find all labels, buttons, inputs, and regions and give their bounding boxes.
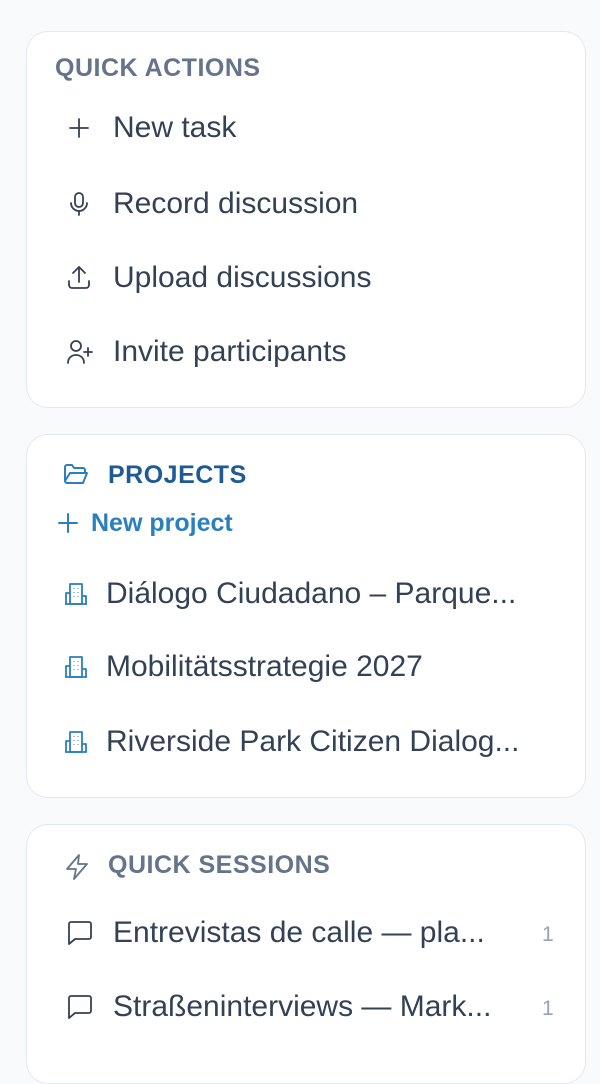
invite-participants-button[interactable]: Invite participants [45,322,567,382]
upload-discussions-label: Upload discussions [113,261,372,294]
quick-sessions-title: QUICK SESSIONS [108,851,331,879]
session-name: Straßeninterviews — Mark... [113,990,492,1023]
quick-actions-title: QUICK ACTIONS [55,54,261,82]
upload-discussions-button[interactable]: Upload discussions [45,248,567,308]
quick-sessions-card: QUICK SESSIONS Entrevistas de calle — pl… [26,824,586,1084]
project-item[interactable]: Diálogo Ciudadano – Parque... [45,564,567,624]
building-icon [65,655,87,679]
project-name: Mobilitätsstrategie 2027 [106,650,423,683]
chat-icon [66,994,94,1020]
new-project-label: New project [91,509,233,537]
project-name: Riverside Park Citizen Dialog... [106,725,520,758]
projects-card: PROJECTS New project Diálogo Ciudadano –… [26,434,586,798]
chat-icon [66,920,94,946]
new-task-label: New task [113,111,237,144]
session-count: 1 [542,997,554,1020]
upload-icon [66,265,92,291]
session-name: Entrevistas de calle — pla... [113,916,485,949]
building-icon [65,582,87,606]
record-discussion-label: Record discussion [113,187,359,220]
building-icon [65,730,87,754]
projects-title: PROJECTS [108,461,247,489]
record-discussion-button[interactable]: Record discussion [45,174,567,234]
session-count: 1 [542,923,554,946]
project-name: Diálogo Ciudadano – Parque... [106,577,517,610]
folder-open-icon [63,463,89,485]
session-item[interactable]: Entrevistas de calle — pla... 1 [45,903,567,963]
plus-icon [67,116,91,140]
project-item[interactable]: Riverside Park Citizen Dialog... [45,712,567,772]
new-task-button[interactable]: New task [45,98,567,158]
project-item[interactable]: Mobilitätsstrategie 2027 [45,637,567,697]
invite-participants-label: Invite participants [113,335,347,368]
lightning-icon [64,853,90,881]
session-item[interactable]: Straßeninterviews — Mark... 1 [45,977,567,1037]
new-project-button[interactable]: New project [55,503,285,543]
quick-actions-card: QUICK ACTIONS New task Record discussion… [26,31,586,408]
microphone-icon [67,191,91,217]
plus-icon [57,512,79,534]
user-plus-icon [66,339,94,365]
